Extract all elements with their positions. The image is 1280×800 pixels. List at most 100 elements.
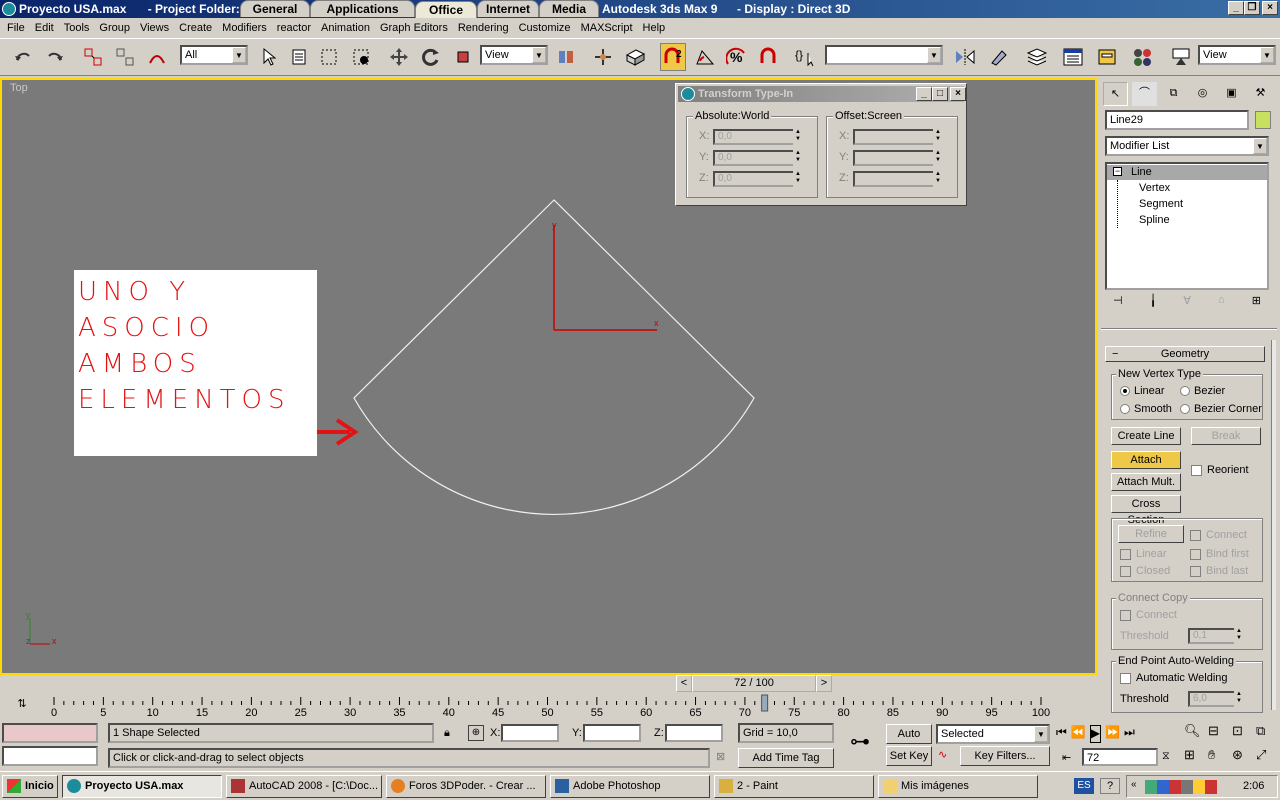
tray-icons[interactable] bbox=[1145, 780, 1225, 794]
stack-item-segment[interactable]: Segment bbox=[1139, 198, 1183, 210]
menu-customize[interactable]: Customize bbox=[514, 22, 576, 34]
render-scene-icon[interactable] bbox=[1168, 43, 1194, 71]
percent-snap-icon[interactable]: % bbox=[724, 43, 750, 71]
cross-section-button[interactable]: Cross Section bbox=[1111, 495, 1181, 526]
pin-stack-icon[interactable]: ⊣ bbox=[1113, 294, 1123, 316]
remove-modifier-icon[interactable]: ⌂ bbox=[1218, 294, 1225, 316]
menu-rendering[interactable]: Rendering bbox=[453, 22, 514, 34]
abs-x-spinner[interactable]: 0,0 ▲ ▼ bbox=[713, 129, 803, 145]
taskbar-item-photoshop[interactable]: Adobe Photoshop bbox=[550, 775, 710, 798]
taskbar-item-mis-imagenes[interactable]: Mis imágenes bbox=[878, 775, 1038, 798]
set-key-button[interactable]: Set Key bbox=[886, 746, 932, 766]
default-in-out-tangents-icon[interactable]: ∿ bbox=[938, 748, 947, 761]
display-tab-icon[interactable]: ▣ bbox=[1219, 82, 1244, 106]
menu-edit[interactable]: Edit bbox=[30, 22, 59, 34]
linear-checkbox[interactable]: Linear bbox=[1120, 548, 1167, 560]
spinner-arrows-icon[interactable]: ▲ ▼ bbox=[1234, 691, 1244, 707]
y-coord-field[interactable] bbox=[583, 724, 641, 742]
create-tab-icon[interactable]: ↖ bbox=[1103, 82, 1129, 106]
curve-editor-icon[interactable] bbox=[1060, 43, 1086, 71]
spinner-arrows-icon[interactable]: ▲ ▼ bbox=[1234, 628, 1244, 644]
spinner-arrows-icon[interactable]: ▲ ▼ bbox=[933, 150, 943, 166]
object-color-swatch[interactable] bbox=[1255, 111, 1271, 129]
make-unique-icon[interactable]: ∀ bbox=[1183, 294, 1191, 316]
key-mode-dropdown[interactable]: Selected ▼ bbox=[936, 724, 1050, 744]
hierarchy-tab-icon[interactable]: ⧉ bbox=[1161, 82, 1186, 106]
automatic-welding-checkbox[interactable]: Automatic Welding bbox=[1120, 672, 1228, 684]
threshold2-spinner[interactable]: 6,0 ▲ ▼ bbox=[1188, 691, 1244, 707]
maxscript-listener-mini[interactable] bbox=[2, 723, 98, 743]
zoom-icon[interactable]: 🔍︎ bbox=[1184, 723, 1206, 745]
mini-curve-editor-icon[interactable]: ⇅ bbox=[10, 697, 34, 715]
window-crossing-icon[interactable] bbox=[348, 43, 374, 71]
menu-create[interactable]: Create bbox=[174, 22, 217, 34]
zoom-extents-icon[interactable]: ⊡ bbox=[1232, 723, 1254, 745]
pan-view-icon[interactable]: ✋︎ bbox=[1208, 747, 1230, 769]
current-frame-marker[interactable] bbox=[761, 694, 769, 712]
threshold-spinner[interactable]: 0,1 ▲ ▼ bbox=[1188, 628, 1244, 644]
language-indicator[interactable]: ES bbox=[1074, 778, 1094, 794]
restore-button[interactable]: ❐ bbox=[1244, 1, 1260, 15]
taskbar-item-autocad[interactable]: AutoCAD 2008 - [C:\Doc... bbox=[226, 775, 382, 798]
tab-internet[interactable]: Internet bbox=[477, 0, 539, 17]
previous-frame-icon[interactable]: ⏪ bbox=[1071, 725, 1086, 743]
timeline-ruler[interactable]: 0 5 10 15 20 25 30 35 40 45 50 55 60 65 70 75 80 85 90 95 10… bbox=[46, 693, 1086, 721]
unlink-icon[interactable] bbox=[112, 43, 138, 71]
pivot-center-icon[interactable] bbox=[553, 43, 579, 71]
menu-reactor[interactable]: reactor bbox=[272, 22, 316, 34]
minimize-button[interactable]: _ bbox=[1228, 1, 1244, 15]
menu-maxscript[interactable]: MAXScript bbox=[576, 22, 638, 34]
stack-item-spline[interactable]: Spline bbox=[1139, 214, 1170, 226]
radio-bezier-corner[interactable]: Bezier Corner bbox=[1180, 403, 1262, 415]
maximize-viewport-icon[interactable]: ⤢ bbox=[1256, 747, 1278, 769]
align-icon[interactable] bbox=[986, 43, 1012, 71]
taskbar-item-3dsmax[interactable]: Proyecto USA.max bbox=[62, 775, 222, 798]
keyboard-shortcut-icon[interactable] bbox=[622, 43, 648, 71]
spinner-arrows-icon[interactable]: ▲ ▼ bbox=[933, 171, 943, 187]
menu-file[interactable]: File bbox=[2, 22, 30, 34]
mirror-icon[interactable] bbox=[952, 43, 978, 71]
connect-copy-checkbox[interactable]: Connect bbox=[1120, 609, 1177, 621]
play-icon[interactable]: ▶ bbox=[1089, 725, 1101, 743]
select-and-manipulate-icon[interactable] bbox=[590, 43, 616, 71]
time-configuration-icon[interactable]: ⧖ bbox=[1162, 750, 1170, 763]
connect-checkbox[interactable]: Connect bbox=[1190, 529, 1247, 541]
taskbar-item-paint[interactable]: 2 - Paint bbox=[714, 775, 874, 798]
named-selection-sets-dropdown[interactable]: ▼ bbox=[825, 45, 943, 65]
dialog-close-button[interactable]: × bbox=[950, 87, 966, 101]
tab-media[interactable]: Media bbox=[539, 0, 599, 17]
spinner-arrows-icon[interactable]: ▲ ▼ bbox=[793, 129, 803, 145]
refine-button[interactable]: Refine bbox=[1118, 525, 1184, 543]
time-slider-prev-icon[interactable]: < bbox=[676, 675, 692, 692]
reorient-checkbox[interactable]: Reorient bbox=[1191, 464, 1249, 476]
taskbar-item-firefox[interactable]: Foros 3DPoder. - Crear ... bbox=[386, 775, 546, 798]
select-and-scale-icon[interactable] bbox=[450, 43, 476, 71]
collapse-icon[interactable]: − bbox=[1113, 167, 1122, 176]
track-bar[interactable]: ⇅ 0 5 10 15 20 25 30 35 40 45 50 55 60 65 70 75 80 85 90 95… bbox=[0, 693, 1097, 721]
add-time-tag-button[interactable]: Add Time Tag bbox=[738, 748, 834, 768]
time-slider-thumb[interactable]: 72 / 100 bbox=[692, 675, 816, 692]
bind-last-checkbox[interactable]: Bind last bbox=[1190, 565, 1248, 577]
next-frame-icon[interactable]: ⏩ bbox=[1105, 725, 1120, 743]
tab-office[interactable]: Office bbox=[415, 1, 477, 18]
layer-manager-icon[interactable] bbox=[1024, 43, 1050, 71]
close-button[interactable]: × bbox=[1262, 1, 1278, 15]
schematic-view-icon[interactable] bbox=[1094, 43, 1120, 71]
tray-expand-icon[interactable]: « bbox=[1131, 779, 1137, 790]
break-button[interactable]: Break bbox=[1191, 427, 1261, 445]
object-name-field[interactable]: Line29 bbox=[1105, 110, 1249, 130]
reference-coordinate-dropdown[interactable]: View ▼ bbox=[480, 45, 548, 65]
modifier-list-dropdown[interactable]: Modifier List ▼ bbox=[1105, 136, 1269, 156]
radio-smooth[interactable]: Smooth bbox=[1120, 403, 1172, 415]
auto-key-button[interactable]: Auto Key bbox=[886, 724, 932, 758]
lock-selection-icon[interactable]: 🔒︎ bbox=[444, 727, 450, 740]
stack-item-line[interactable]: Line bbox=[1107, 165, 1267, 180]
key-mode-toggle-icon[interactable]: ⇤ bbox=[1062, 751, 1071, 764]
spinner-arrows-icon[interactable]: ▲ ▼ bbox=[933, 129, 943, 145]
angle-snap-icon[interactable] bbox=[692, 43, 718, 71]
closed-checkbox[interactable]: Closed bbox=[1120, 565, 1170, 577]
selection-filter-dropdown[interactable]: All ▼ bbox=[180, 45, 248, 65]
region-zoom-icon[interactable]: ⊞ bbox=[1184, 747, 1206, 769]
panel-scrollbar[interactable] bbox=[1271, 340, 1276, 710]
stack-item-vertex[interactable]: Vertex bbox=[1139, 182, 1170, 194]
